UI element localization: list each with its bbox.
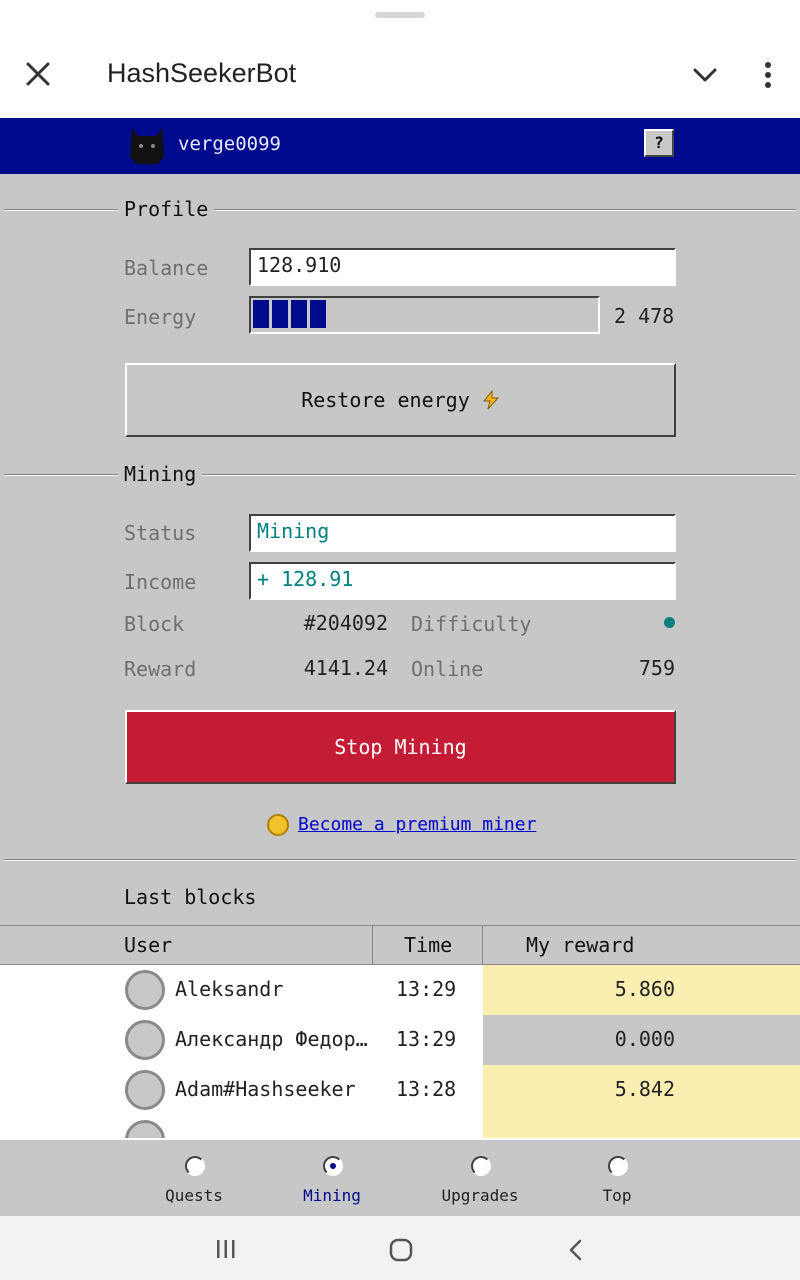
online-label: Online [411,657,484,681]
nav-upgrades[interactable]: Upgrades [420,1186,540,1205]
stop-mining-button[interactable]: Stop Mining [125,710,676,784]
table-row[interactable]: Adam#Hashseeker 13:28 5.842 [0,1065,800,1115]
income-label: Income [124,570,197,594]
nav-quests[interactable]: Quests [134,1186,254,1205]
income-field: + 128.91 [249,562,676,600]
blocks-table-header [0,925,800,965]
nav-upgrades-radio[interactable] [471,1156,491,1176]
user-avatar [125,1020,165,1060]
col-user[interactable]: User [124,933,172,957]
row-user: Aleksandr [175,977,284,1001]
row-user: Adam#Hashseeker [175,1077,356,1101]
home-icon[interactable] [388,1237,414,1263]
reward-value: 4141.24 [303,656,388,680]
online-value: 759 [638,656,675,680]
lightning-icon [482,389,499,410]
balance-label: Balance [124,256,209,280]
nav-mining-radio[interactable] [323,1156,343,1176]
balance-field: 128.910 [249,248,676,286]
premium-link[interactable]: Become a premium miner [298,814,536,835]
chevron-down-icon[interactable] [690,62,720,90]
table-row[interactable] [0,1115,800,1138]
username: verge0099 [178,133,281,155]
status-label: Status [124,521,197,545]
row-user: Александр Федор… [175,1027,368,1051]
col-my-reward[interactable]: My reward [526,933,634,957]
recent-apps-icon[interactable] [214,1238,238,1260]
reward-label: Reward [124,657,197,681]
block-value: #204092 [303,611,388,635]
table-row[interactable]: Aleksandr 13:29 5.860 [0,965,800,1015]
restore-energy-label: Restore energy [301,388,470,412]
nav-mining[interactable]: Mining [272,1186,392,1205]
premium-coin-icon [267,814,289,836]
user-avatar-icon [130,128,164,164]
energy-bar [249,296,600,334]
bottom-nav [0,1138,800,1216]
close-icon[interactable] [24,60,52,88]
difficulty-label: Difficulty [411,612,532,636]
nav-quests-radio[interactable] [185,1156,205,1176]
user-avatar [125,1070,165,1110]
help-button[interactable]: ? [644,129,674,157]
energy-fill [253,300,596,328]
nav-top-radio[interactable] [608,1156,628,1176]
restore-energy-button[interactable]: Restore energy [125,363,676,437]
col-divider [372,925,373,965]
difficulty-indicator [664,617,675,628]
energy-label: Energy [124,305,197,329]
row-reward: 5.860 [614,977,675,1001]
row-time: 13:28 [396,1077,457,1101]
back-icon[interactable] [566,1238,586,1262]
profile-section-title: Profile [118,197,215,221]
block-label: Block [124,612,185,636]
col-time[interactable]: Time [404,933,452,957]
sheet-handle[interactable] [375,12,425,18]
user-avatar [125,970,165,1010]
mining-section-title: Mining [118,462,203,486]
row-time: 13:29 [396,1027,457,1051]
user-avatar [125,1120,165,1138]
nav-top[interactable]: Top [557,1186,677,1205]
col-divider [482,925,483,965]
last-blocks-title: Last blocks [124,885,257,909]
blocks-divider [4,859,796,861]
energy-value: 2 478 [614,304,675,328]
row-reward: 5.842 [614,1077,675,1101]
status-field: Mining [249,514,676,552]
row-time: 13:29 [396,977,457,1001]
more-menu-icon[interactable] [758,60,778,90]
app-bar [0,118,800,174]
row-reward: 0.000 [614,1027,675,1051]
table-row[interactable]: Александр Федор… 13:29 0.000 [0,1015,800,1065]
bot-title: HashSeekerBot [107,58,297,88]
